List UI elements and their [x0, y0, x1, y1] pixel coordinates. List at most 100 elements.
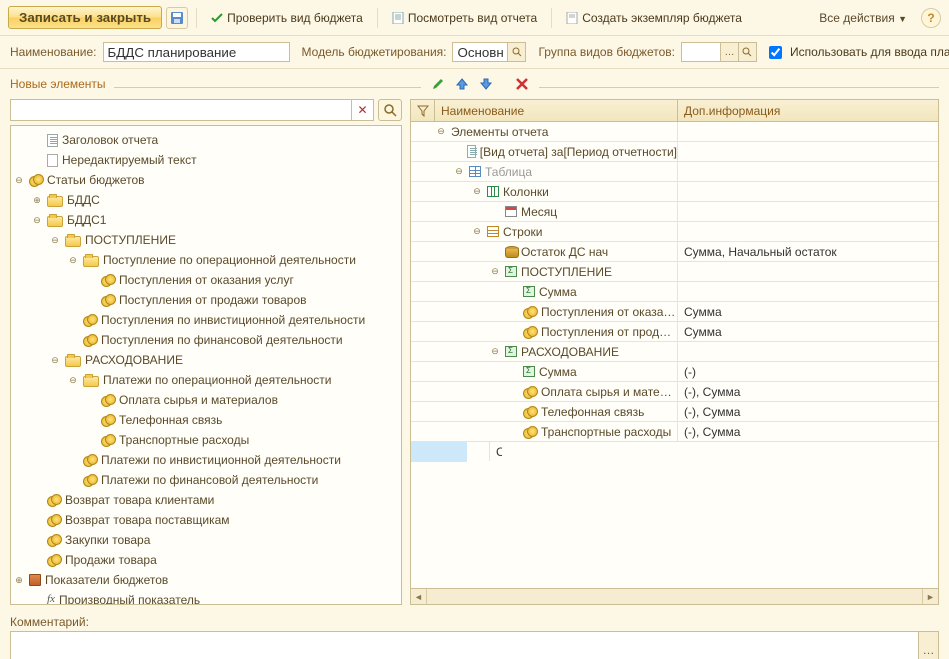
- section-line: [539, 80, 939, 88]
- tree-item[interactable]: ⊖Поступление по операционной деятельност…: [13, 250, 399, 270]
- check-budget-label: Проверить вид бюджета: [227, 11, 363, 25]
- check-budget-button[interactable]: Проверить вид бюджета: [205, 8, 369, 28]
- all-actions-dropdown[interactable]: Все действия ▼: [813, 8, 913, 28]
- grid-row[interactable]: Телефонная связь(-), Сумма: [411, 402, 938, 422]
- tree-item[interactable]: Платежи по финансовой деятельности: [13, 470, 399, 490]
- grid-settings-button[interactable]: [411, 100, 435, 121]
- page-icon: [47, 134, 58, 147]
- tree-item[interactable]: ⊖БДДС1: [13, 210, 399, 230]
- scroll-right-button[interactable]: ►: [922, 589, 938, 604]
- tree-item[interactable]: Возврат товара клиентами: [13, 490, 399, 510]
- grid-cell-name: Остаток ДС нач: [521, 245, 608, 259]
- tree-item[interactable]: Возврат товара поставщикам: [13, 510, 399, 530]
- tree-item[interactable]: ⊖ПОСТУПЛЕНИЕ: [13, 230, 399, 250]
- group-ellipsis-button[interactable]: …: [721, 42, 739, 62]
- collapse-icon[interactable]: ⊖: [31, 214, 43, 226]
- grid-row[interactable]: ⊖Таблица: [411, 162, 938, 182]
- tree-item[interactable]: Платежи по инвистиционной деятельности: [13, 450, 399, 470]
- collapse-icon[interactable]: ⊖: [471, 186, 483, 198]
- move-up-button[interactable]: [453, 75, 471, 93]
- tree-item[interactable]: Оплата сырья и материалов: [13, 390, 399, 410]
- collapse-icon[interactable]: ⊖: [489, 346, 501, 358]
- arrow-down-icon: [479, 77, 493, 91]
- collapse-icon[interactable]: ⊖: [67, 254, 79, 266]
- tree-item-label: Поступления по инвистиционной деятельнос…: [101, 313, 365, 327]
- collapse-icon[interactable]: ⊖: [435, 126, 447, 138]
- move-down-button[interactable]: [477, 75, 495, 93]
- tree-item[interactable]: fxПроизводный показатель: [13, 590, 399, 605]
- create-instance-button[interactable]: Создать экземпляр бюджета: [560, 8, 748, 28]
- tree-item[interactable]: ⊖Статьи бюджетов: [13, 170, 399, 190]
- tree-item[interactable]: Нередактируемый текст: [13, 150, 399, 170]
- tree-item[interactable]: Закупки товара: [13, 530, 399, 550]
- comment-select-button[interactable]: …: [918, 632, 938, 659]
- tree-item[interactable]: Телефонная связь: [13, 410, 399, 430]
- grid-cell-name: ПОСТУПЛЕНИЕ: [521, 265, 612, 279]
- grid-row[interactable]: ⊖Колонки: [411, 182, 938, 202]
- collapse-icon[interactable]: ⊖: [67, 374, 79, 386]
- tree-item[interactable]: Продажи товара: [13, 550, 399, 570]
- grid-row[interactable]: Оплата сырья и мате…(-), Сумма: [411, 382, 938, 402]
- grid-row[interactable]: Поступления от оказа…Сумма: [411, 302, 938, 322]
- collapse-icon[interactable]: ⊖: [49, 354, 61, 366]
- model-input[interactable]: [452, 42, 508, 62]
- delete-button[interactable]: [513, 75, 531, 93]
- collapse-icon[interactable]: ⊖: [49, 234, 61, 246]
- tree-item[interactable]: Поступления по финансовой деятельности: [13, 330, 399, 350]
- grid-row[interactable]: Месяц: [411, 202, 938, 222]
- left-panel: ✕ Заголовок отчетаНередактируемый текст⊖…: [10, 99, 402, 605]
- grid-row[interactable]: ⊖Элементы отчета: [411, 122, 938, 142]
- view-report-button[interactable]: Посмотреть вид отчета: [386, 8, 543, 28]
- grid-row[interactable]: Сумма: [411, 282, 938, 302]
- elements-tree[interactable]: Заголовок отчетаНередактируемый текст⊖Ст…: [11, 126, 401, 605]
- grid-cell-info: [678, 342, 938, 361]
- grid-row[interactable]: ⊖РАСХОДОВАНИЕ: [411, 342, 938, 362]
- collapse-icon[interactable]: ⊖: [453, 166, 465, 178]
- collapse-icon[interactable]: ⊖: [489, 266, 501, 278]
- grid-row[interactable]: Остаток ДС начСумма, Начальный остаток: [411, 242, 938, 262]
- help-button[interactable]: ?: [921, 8, 941, 28]
- model-select-button[interactable]: [508, 42, 526, 62]
- model-label: Модель бюджетирования:: [302, 45, 447, 59]
- group-select-button[interactable]: [739, 42, 757, 62]
- search-button[interactable]: [378, 99, 402, 121]
- tree-item[interactable]: Поступления от оказания услуг: [13, 270, 399, 290]
- grid-row[interactable]: ⊖ ПОСТУПЛЕНИЕ: [411, 262, 938, 282]
- tree-item[interactable]: ⊕Показатели бюджетов: [13, 570, 399, 590]
- save-button[interactable]: [166, 7, 188, 29]
- tree-item-label: Закупки товара: [65, 533, 150, 547]
- tree-item[interactable]: ⊖Платежи по операционной деятельности: [13, 370, 399, 390]
- grid-row[interactable]: Поступления от прод…Сумма: [411, 322, 938, 342]
- grid-row[interactable]: ⊖Строки: [411, 222, 938, 242]
- grid-row[interactable]: Остаток ДС конСумма, Конечный остаток: [411, 442, 467, 462]
- grid-cell-info: [678, 122, 938, 141]
- expand-icon[interactable]: ⊕: [31, 194, 43, 206]
- save-and-close-button[interactable]: Записать и закрыть: [8, 6, 162, 29]
- tree-item[interactable]: Поступления от продажи товаров: [13, 290, 399, 310]
- scroll-left-button[interactable]: ◄: [411, 589, 427, 604]
- collapse-icon[interactable]: ⊖: [471, 226, 483, 238]
- structure-grid[interactable]: ⊖Элементы отчета[Вид отчета] за[Период о…: [411, 122, 938, 462]
- tree-item[interactable]: Заголовок отчета: [13, 130, 399, 150]
- horizontal-scrollbar[interactable]: ◄ ►: [410, 589, 939, 605]
- grid-row[interactable]: Сумма(-): [411, 362, 938, 382]
- use-for-plan-checkbox[interactable]: [769, 46, 782, 59]
- name-input[interactable]: [103, 42, 290, 62]
- tree-item[interactable]: Транспортные расходы: [13, 430, 399, 450]
- column-name-header[interactable]: Наименование: [435, 100, 678, 121]
- edit-button[interactable]: [429, 75, 447, 93]
- fx-icon: fx: [47, 593, 55, 605]
- group-input[interactable]: [681, 42, 721, 62]
- search-clear-button[interactable]: ✕: [352, 99, 374, 121]
- column-info-header[interactable]: Доп.информация: [678, 100, 938, 121]
- search-input[interactable]: [10, 99, 352, 121]
- tree-item[interactable]: Поступления по инвистиционной деятельнос…: [13, 310, 399, 330]
- expand-icon[interactable]: ⊕: [13, 574, 25, 586]
- collapse-icon[interactable]: ⊖: [13, 174, 25, 186]
- grid-row[interactable]: [Вид отчета] за[Период отчетности]: [411, 142, 938, 162]
- tree-item[interactable]: ⊖РАСХОДОВАНИЕ: [13, 350, 399, 370]
- grid-row[interactable]: Транспортные расходы(-), Сумма: [411, 422, 938, 442]
- scroll-track[interactable]: [427, 589, 922, 604]
- tree-item[interactable]: ⊕БДДС: [13, 190, 399, 210]
- comment-input[interactable]: …: [10, 631, 939, 659]
